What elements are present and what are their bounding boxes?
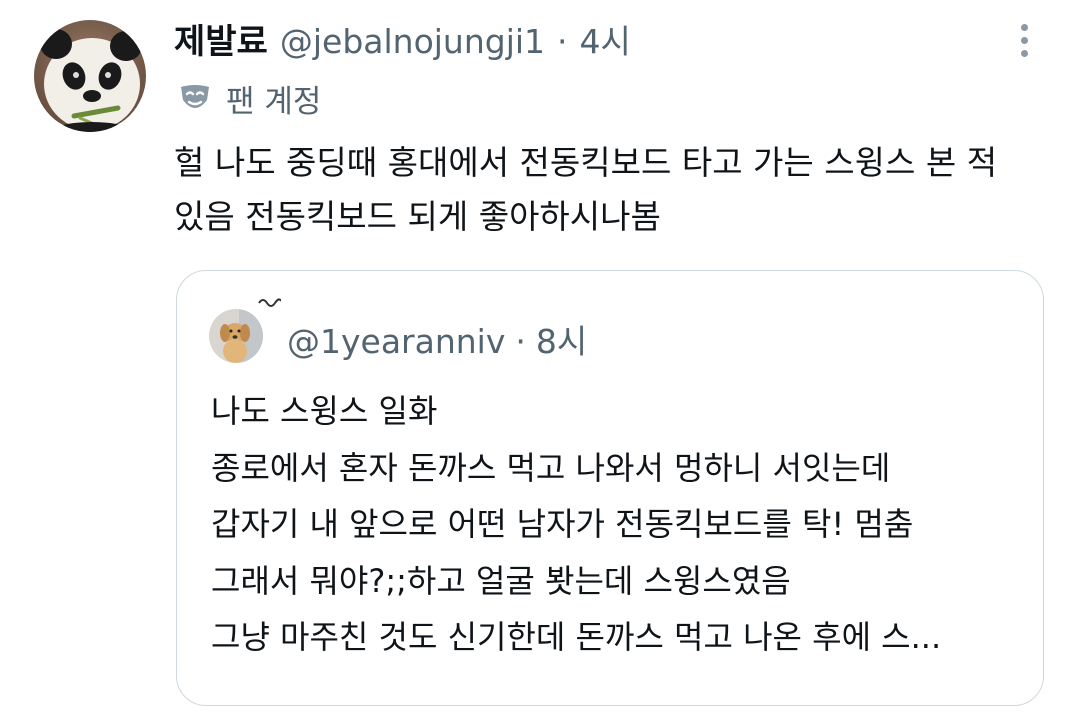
quoted-text-line: 갑자기 내 앞으로 어떤 남자가 전동킥보드를 탁! 멈춤 — [211, 505, 914, 543]
fan-account-label: 팬 계정 — [226, 84, 322, 120]
tweet-text-line: 헐 나도 중딩때 홍대에서 전동킥보드 타고 가는 스윙스 본 적 — [174, 143, 998, 182]
quoted-text-line: 그래서 뭐야?;;하고 얼굴 봣는데 스윙스였음 — [211, 561, 791, 600]
squiggle-decoration — [258, 298, 281, 307]
fan-account-badge: 팬 계정 — [178, 76, 321, 121]
quoted-author-handle[interactable]: @1yearanniv — [287, 322, 505, 361]
quoted-tweet-time[interactable]: 8시 — [536, 315, 587, 363]
separator-dot: · — [515, 322, 526, 361]
panda-avatar-icon — [34, 20, 146, 132]
author-name[interactable]: 제발료 — [174, 14, 268, 63]
puppy-avatar-icon — [209, 309, 263, 363]
tweet-text: 헐 나도 중딩때 홍대에서 전동킥보드 타고 가는 스윙스 본 적 있음 전동킥… — [174, 136, 1054, 244]
tweet-text-line: 있음 전동킥보드 되게 좋아하시나봄 — [174, 197, 661, 236]
more-vertical-icon[interactable] — [1012, 24, 1036, 64]
theater-mask-icon — [181, 84, 209, 108]
quoted-tweet-header: @1yearanniv · 8시 — [287, 315, 587, 363]
tweet-header: 제발료 @jebalnojungji1 · 4시 — [174, 14, 631, 63]
tweet-time[interactable]: 4시 — [580, 15, 631, 63]
quoted-tweet[interactable]: @1yearanniv · 8시 나도 스윙스 일화 종로에서 혼자 돈까스 먹… — [176, 270, 1044, 706]
author-avatar[interactable] — [34, 20, 146, 132]
quoted-author-avatar[interactable] — [209, 309, 263, 363]
quoted-tweet-text: 나도 스윙스 일화 종로에서 혼자 돈까스 먹고 나와서 멍하니 서잇는데 갑자… — [211, 383, 1031, 666]
author-handle[interactable]: @jebalnojungji1 — [280, 22, 545, 61]
tweet[interactable]: 제발료 @jebalnojungji1 · 4시 팬 계정 헐 나도 중딩때 홍… — [0, 0, 1080, 724]
quoted-text-line: 나도 스윙스 일화 — [211, 392, 438, 430]
separator-dot: · — [557, 22, 568, 61]
quoted-text-line: 그냥 마주친 것도 신기한데 돈까스 먹고 나온 후에 스... — [211, 618, 942, 656]
quoted-text-line: 종로에서 혼자 돈까스 먹고 나와서 멍하니 서잇는데 — [211, 448, 891, 487]
